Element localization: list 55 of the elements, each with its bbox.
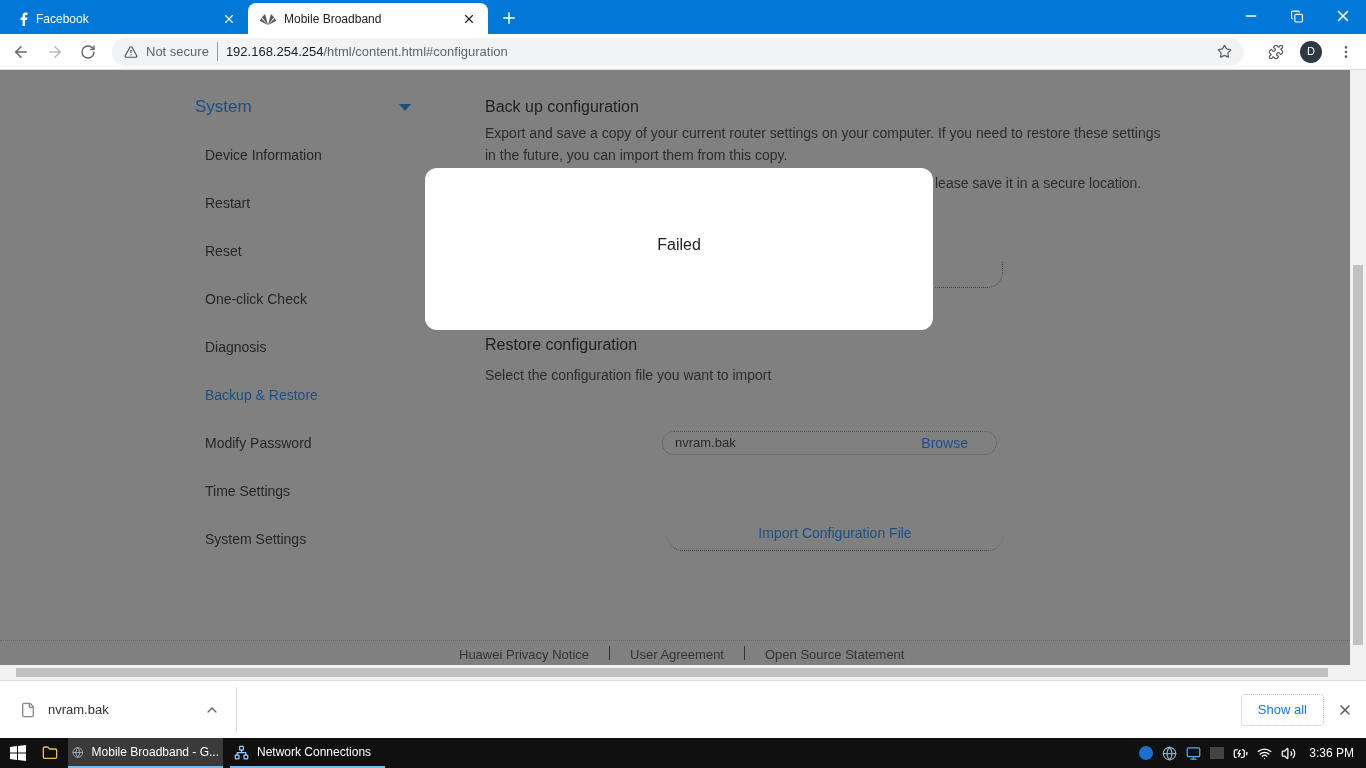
horizontal-scrollbar[interactable] (0, 665, 1366, 680)
flower-logo-icon (260, 12, 276, 25)
sidebar-item[interactable]: Diagnosis (195, 323, 415, 371)
scrollbar-thumb[interactable] (16, 668, 1328, 677)
address-bar[interactable]: Not secure 192.168.254.254/html/content.html#configuration (112, 37, 1244, 66)
wifi-icon[interactable] (1257, 745, 1273, 761)
browser-tab[interactable]: Mobile Broadband (248, 3, 488, 34)
footer-link[interactable]: Huawei Privacy Notice (459, 646, 590, 664)
note-text: lease save it in a secure location. (935, 174, 1142, 193)
monitor-icon[interactable] (1186, 745, 1202, 761)
button-outline (935, 262, 1003, 288)
browse-link[interactable]: Browse (921, 432, 984, 454)
tray-app-icon[interactable] (1139, 746, 1154, 760)
bookmark-star-icon[interactable] (1217, 44, 1232, 59)
sidebar-item[interactable]: System Settings (195, 515, 415, 563)
description-text: Select the configuration file you want to import (485, 366, 772, 385)
sidebar-item[interactable]: Restart (195, 179, 415, 227)
dialog-message: Failed (657, 234, 701, 255)
folder-icon[interactable] (42, 745, 58, 761)
security-label: Not secure (146, 41, 218, 62)
sidebar-item[interactable]: Reset (195, 227, 415, 275)
footer-link[interactable]: User Agreement (630, 646, 724, 664)
extensions-icon[interactable] (1268, 43, 1284, 60)
taskbar-app[interactable]: Mobile Broadband - G... (68, 738, 223, 768)
footer-link[interactable]: Open Source Statement (765, 646, 905, 664)
clock[interactable]: 3:36 PM (1309, 744, 1354, 762)
section-title: Back up configuration (485, 97, 639, 117)
description-text: Export and save a copy of your current router settings on your computer. If you need to restore these settings in the future, you can import them from this copy. (485, 124, 1162, 165)
tab-title: Facebook (36, 10, 90, 28)
new-tab-icon[interactable] (500, 9, 518, 27)
sidebar-item[interactable]: Backup & Restore (195, 371, 415, 419)
sidebar-item[interactable]: One-click Check (195, 275, 415, 323)
import-button[interactable]: Import Configuration File (667, 520, 1003, 551)
warning-icon (124, 44, 138, 59)
windows-start-icon[interactable] (10, 745, 26, 761)
browser-tab[interactable]: Facebook (8, 3, 248, 34)
tab-title: Mobile Broadband (284, 10, 383, 28)
facebook-icon (20, 11, 28, 26)
volume-icon[interactable] (1281, 745, 1297, 761)
sidebar-item[interactable]: Modify Password (195, 419, 415, 467)
taskbar-app[interactable]: Network Connections (230, 738, 385, 768)
reload-icon[interactable] (80, 43, 96, 60)
globe-icon[interactable] (1162, 745, 1178, 761)
browser-icon (72, 744, 84, 760)
sidebar-item[interactable]: Time Settings (195, 467, 415, 515)
network-icon (234, 744, 249, 760)
scrollbar-thumb[interactable] (1353, 265, 1363, 645)
download-item[interactable]: nvram.bak (0, 686, 237, 733)
section-title: Restore configuration (485, 335, 638, 355)
profile-avatar[interactable]: D (1300, 40, 1322, 63)
vertical-scrollbar[interactable] (1350, 70, 1366, 665)
url-text: 192.168.254.254/html/content.html#configuration (225, 42, 508, 61)
sidebar-item[interactable]: Device Information (195, 131, 415, 179)
file-icon (20, 701, 36, 718)
section-header[interactable]: System (195, 83, 415, 131)
